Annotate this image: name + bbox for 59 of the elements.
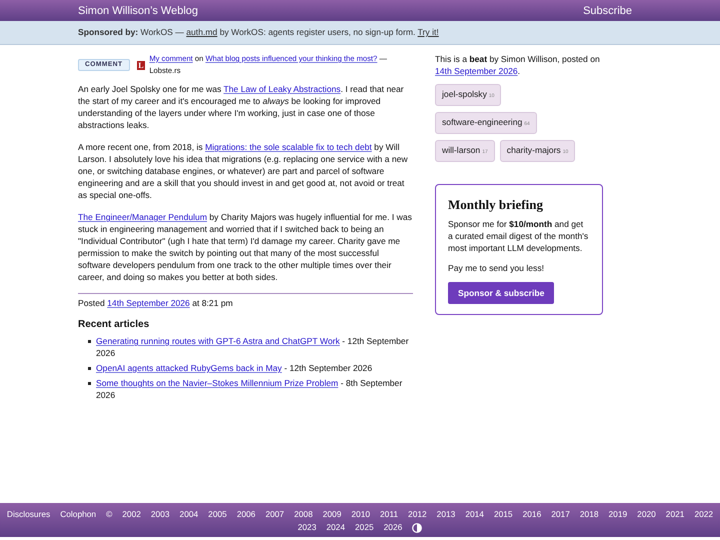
- sponsor-button[interactable]: Sponsor & subscribe: [448, 282, 554, 304]
- year-link[interactable]: 2026: [384, 522, 402, 533]
- date-link[interactable]: 14th September 2026: [435, 66, 518, 76]
- copyright-mark: ©: [106, 509, 112, 520]
- beat-intro: This is a beat by Simon Willison, posted on 14th September 2026.: [435, 53, 601, 77]
- year-link[interactable]: 2010: [351, 509, 370, 520]
- text-link[interactable]: The Law of Leaky Abstractions: [224, 84, 341, 94]
- bullet-icon: [88, 340, 91, 343]
- footer-link[interactable]: Disclosures: [6, 509, 50, 520]
- card-note: Pay me to send you less!: [448, 262, 546, 274]
- paragraph: A more recent one, from 2018, is Migrations: the sole scalable fix to tech debt by Will Larson. I absolutely love his idea that migrations (e.g. replacing one service with a new one, or switching database engines, or whatever) are part and parcel of software engineering and are a skill that you should invest in and get good at, not avoid or treat as special one-offs.: [78, 141, 409, 201]
- theme-toggle-icon[interactable]: [412, 522, 422, 532]
- year-link[interactable]: 2019: [608, 509, 628, 520]
- sponsor-link[interactable]: Try it!: [418, 27, 439, 37]
- card-text: Sponsor me for $10/month and get a curated email digest of the month's most important LLM developments.: [448, 218, 590, 254]
- section-heading: Recent articles: [78, 319, 150, 331]
- year-link[interactable]: 2023: [298, 522, 316, 533]
- year-link[interactable]: 2006: [236, 509, 256, 520]
- year-link[interactable]: 2015: [494, 509, 513, 520]
- year-link[interactable]: 2005: [208, 509, 227, 520]
- year-link[interactable]: 2020: [637, 509, 656, 520]
- year-link[interactable]: 2008: [294, 509, 313, 520]
- year-link[interactable]: 2004: [180, 509, 198, 520]
- paragraph: The Engineer/Manager Pendulum by Charity Majors was hugely influential for me. I was stuck in engineering management and worried that if I switched back to being an "Individual Contributor" (ugh I hate that term) I'd damage my career. Charity gave me permission to make the switch by pointing out that many of the most successful software developers pendulum from one track to the other multiple times over their career, and doing so makes you better at both sides.: [78, 211, 413, 283]
- sponsor-text: Sponsored by: WorkOS — auth.md by WorkOS: agents register users, no sign-up form. Try it!: [78, 26, 440, 39]
- year-link[interactable]: 2014: [465, 509, 484, 520]
- year-link[interactable]: 2021: [666, 509, 684, 520]
- bullet-icon: [88, 382, 91, 385]
- date-link[interactable]: 14th September 2026: [107, 298, 190, 308]
- site-title[interactable]: Simon Willison’s Weblog: [78, 4, 198, 16]
- year-link[interactable]: 2002: [122, 509, 141, 520]
- article-item: Some thoughts on the Navier–Stokes Millennium Prize Problem - 8th September 2026: [96, 377, 404, 401]
- year-link[interactable]: 2025: [355, 522, 374, 533]
- footer-link[interactable]: Colophon: [60, 509, 96, 520]
- bullet-icon: [88, 367, 91, 370]
- year-link[interactable]: 2007: [265, 509, 284, 520]
- paragraph: An early Joel Spolsky one for me was The Law of Leaky Abstractions. I read that near the start of my career and it's encouraged me to always be looking for improved understanding of the layers under where I'm working, just in case one of those abstractions leaks.: [78, 83, 405, 131]
- year-link[interactable]: 2017: [551, 509, 570, 520]
- year-link[interactable]: 2016: [522, 509, 542, 520]
- site-logo: L: [136, 60, 146, 70]
- article-link[interactable]: Generating running routes with GPT-6 Astra and ChatGPT Work: [96, 336, 340, 346]
- posted-line: Posted 14th September 2026 at 8:21 pm: [78, 297, 234, 309]
- year-link[interactable]: 2003: [150, 509, 170, 520]
- article-link[interactable]: Some thoughts on the Navier–Stokes Millennium Prize Problem: [96, 378, 338, 388]
- year-link[interactable]: 2009: [322, 509, 342, 520]
- year-link[interactable]: 2022: [694, 509, 714, 520]
- subscribe-link[interactable]: Subscribe: [583, 4, 632, 16]
- year-link[interactable]: 2012: [408, 509, 427, 520]
- card-title: Monthly briefing: [448, 197, 544, 213]
- text-link[interactable]: Migrations: the sole scalable fix to tech debt: [205, 142, 372, 152]
- text-link[interactable]: The Engineer/Manager Pendulum: [78, 212, 207, 222]
- article-link[interactable]: OpenAI agents attacked RubyGems back in May: [96, 363, 282, 373]
- sponsor-link[interactable]: auth.md: [186, 27, 218, 37]
- article-item: Generating running routes with GPT-6 Astra and ChatGPT Work - 12th September 2026: [96, 335, 410, 359]
- year-link[interactable]: 2013: [436, 509, 456, 520]
- year-link[interactable]: 2018: [580, 509, 599, 520]
- year-link[interactable]: 2011: [380, 509, 398, 520]
- article-item: OpenAI agents attacked RubyGems back in May - 12th September 2026: [96, 362, 372, 374]
- year-link[interactable]: 2024: [326, 522, 345, 533]
